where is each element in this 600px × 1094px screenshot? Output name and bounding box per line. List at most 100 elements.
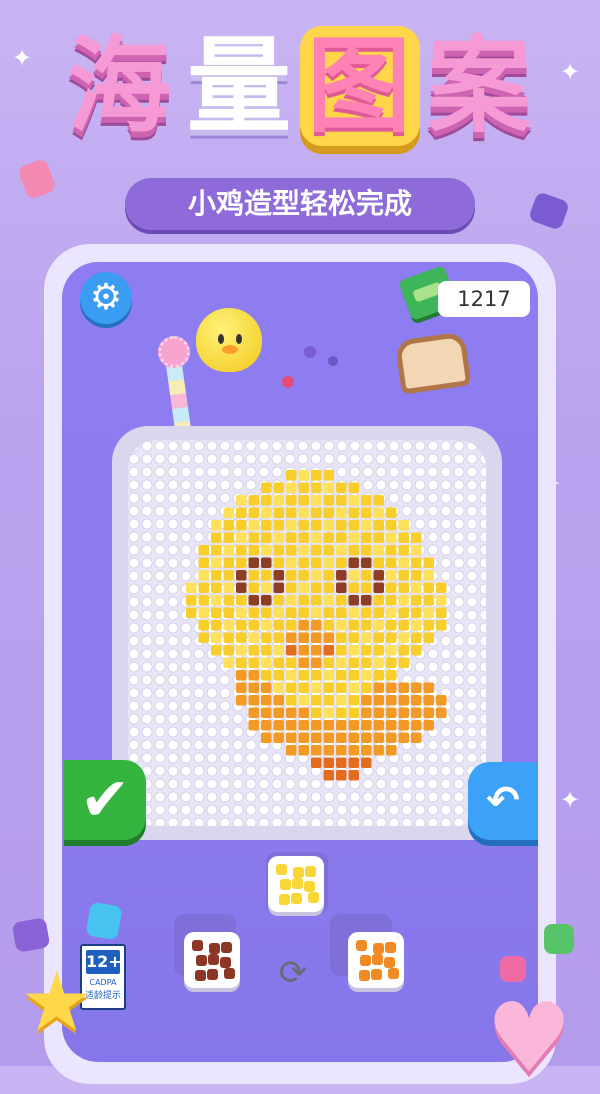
bead-cell bbox=[273, 532, 284, 543]
bead-cell bbox=[361, 595, 372, 606]
bead-cell bbox=[323, 570, 334, 581]
bead-cell bbox=[236, 595, 247, 606]
bead-cell bbox=[198, 620, 209, 631]
bead-cell bbox=[236, 620, 247, 631]
brown-bead-tray[interactable] bbox=[184, 932, 240, 988]
bead-cell bbox=[223, 645, 234, 656]
bead-cell bbox=[298, 632, 309, 643]
bead-cell bbox=[398, 707, 409, 718]
pink-bead-deco bbox=[500, 956, 526, 982]
bead-cell bbox=[311, 532, 322, 543]
bead-cell bbox=[373, 657, 384, 668]
bead-cell bbox=[386, 695, 397, 706]
orange-bead-tray[interactable] bbox=[348, 932, 404, 988]
bead-cell bbox=[261, 520, 272, 531]
bead-cell bbox=[261, 532, 272, 543]
bead-cell bbox=[411, 645, 422, 656]
bead-cell bbox=[423, 570, 434, 581]
bead-cell bbox=[411, 695, 422, 706]
bead-cell bbox=[273, 707, 284, 718]
bead-cell bbox=[361, 720, 372, 731]
bead-cell bbox=[186, 582, 197, 593]
bead-cell bbox=[248, 570, 259, 581]
bead-cell bbox=[411, 620, 422, 631]
undo-button[interactable]: ↶ bbox=[468, 762, 538, 840]
bead-cell bbox=[361, 582, 372, 593]
bead-cell bbox=[386, 632, 397, 643]
bead-cell bbox=[311, 595, 322, 606]
bead-cell bbox=[286, 595, 297, 606]
bead-cell bbox=[336, 670, 347, 681]
bead-cell bbox=[386, 520, 397, 531]
bead-cell bbox=[211, 520, 222, 531]
bead-cell bbox=[273, 570, 284, 581]
bead-cell bbox=[311, 620, 322, 631]
yellow-bead-tray[interactable] bbox=[268, 856, 324, 912]
bead-cell bbox=[361, 545, 372, 556]
bead-cell bbox=[348, 645, 359, 656]
bead-cell bbox=[386, 720, 397, 731]
bead-cell bbox=[273, 520, 284, 531]
bead-cell bbox=[236, 645, 247, 656]
bead-cell bbox=[298, 532, 309, 543]
confirm-button[interactable]: ✔ bbox=[64, 760, 146, 840]
bead-cell bbox=[236, 495, 247, 506]
tray-bead bbox=[276, 864, 287, 875]
bead-cell bbox=[311, 582, 322, 593]
bead-cell bbox=[411, 570, 422, 581]
bead-cell bbox=[298, 720, 309, 731]
bead-cell bbox=[298, 520, 309, 531]
tray-bead bbox=[291, 893, 302, 904]
tray-bead bbox=[373, 943, 384, 954]
bead-cell bbox=[386, 732, 397, 743]
bead-cell bbox=[323, 620, 334, 631]
bead-cell bbox=[361, 532, 372, 543]
bead-cell bbox=[261, 632, 272, 643]
bead-cell bbox=[248, 532, 259, 543]
bead-cell bbox=[286, 657, 297, 668]
bead-cell bbox=[298, 732, 309, 743]
bead-cell bbox=[348, 520, 359, 531]
bead-cell bbox=[386, 707, 397, 718]
bead-cell bbox=[236, 532, 247, 543]
bead-cell bbox=[361, 657, 372, 668]
bead-cell bbox=[348, 482, 359, 493]
bead-cell bbox=[348, 657, 359, 668]
bead-cell bbox=[298, 482, 309, 493]
bead-cell bbox=[348, 707, 359, 718]
bead-cell bbox=[286, 632, 297, 643]
bead-cell bbox=[348, 682, 359, 693]
bead-cell bbox=[411, 732, 422, 743]
bead-cell bbox=[386, 595, 397, 606]
bead-cell bbox=[348, 495, 359, 506]
bead-cell bbox=[373, 495, 384, 506]
bead-cell bbox=[361, 682, 372, 693]
bead-cell bbox=[373, 732, 384, 743]
bead-cell bbox=[323, 595, 334, 606]
bead-cell bbox=[386, 570, 397, 581]
bead-cell bbox=[298, 670, 309, 681]
bead-cell bbox=[298, 470, 309, 481]
bead-cell bbox=[311, 695, 322, 706]
bead-cell bbox=[248, 607, 259, 618]
bead-cell bbox=[261, 607, 272, 618]
bead-cell bbox=[311, 482, 322, 493]
bead-cell bbox=[236, 545, 247, 556]
bead-cell bbox=[386, 507, 397, 518]
bead-cell bbox=[423, 720, 434, 731]
bead-cell bbox=[211, 582, 222, 593]
bead-cell bbox=[411, 720, 422, 731]
bead-cell bbox=[261, 732, 272, 743]
bead-cell bbox=[386, 645, 397, 656]
bead-cell bbox=[311, 607, 322, 618]
bead-cell bbox=[198, 570, 209, 581]
bead-cell bbox=[223, 620, 234, 631]
bead-cell bbox=[436, 695, 447, 706]
bead-cell bbox=[223, 657, 234, 668]
bead-cell bbox=[273, 482, 284, 493]
refresh-icon[interactable]: ⟳ bbox=[276, 956, 310, 990]
bead-cell bbox=[361, 707, 372, 718]
bead-cell bbox=[386, 682, 397, 693]
bead-cell bbox=[273, 595, 284, 606]
bead-cell bbox=[436, 582, 447, 593]
